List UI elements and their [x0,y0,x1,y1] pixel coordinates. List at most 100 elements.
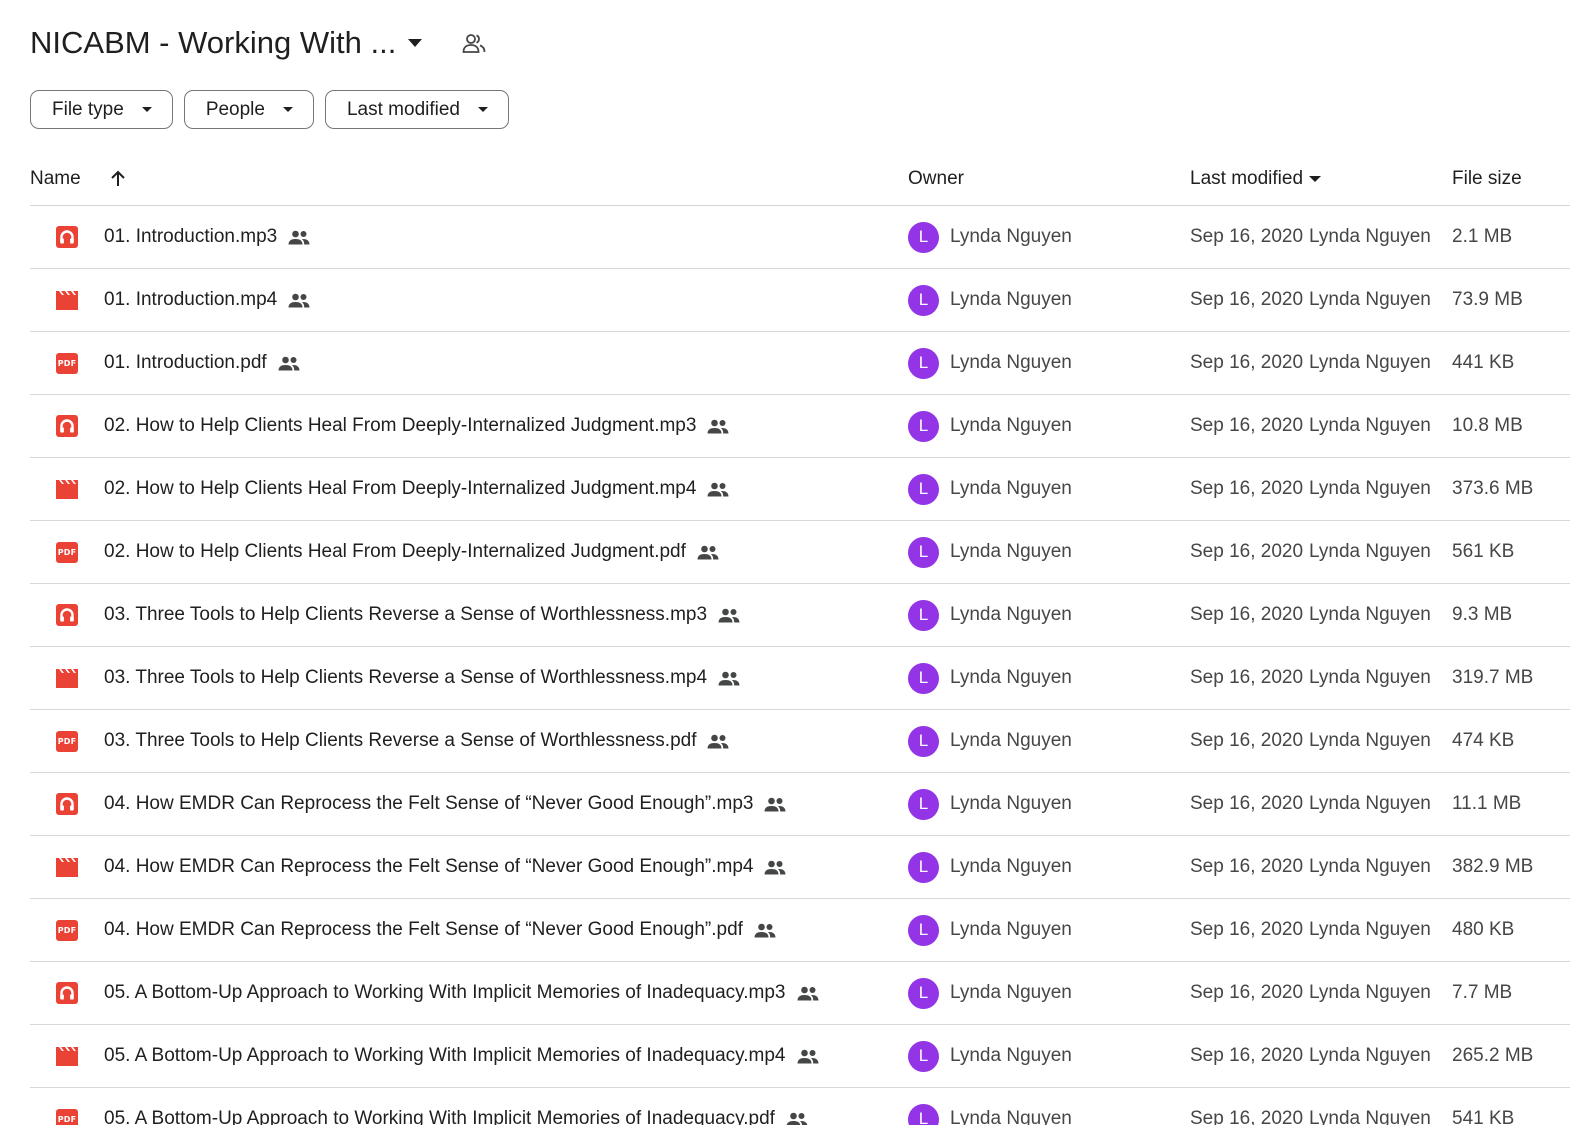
file-row[interactable]: 05. A Bottom-Up Approach to Working With… [30,1025,1570,1088]
owner-cell: L Lynda Nguyen [908,647,1072,709]
owner-cell: L Lynda Nguyen [908,962,1072,1024]
arrow-up-icon[interactable] [109,170,127,188]
file-name-cell[interactable]: 02. How to Help Clients Heal From Deeply… [104,521,719,583]
owner-cell: L Lynda Nguyen [908,395,1072,457]
owner-avatar[interactable]: L [908,725,939,757]
shared-icon [707,482,729,497]
file-name: 01. Introduction.mp4 [104,289,278,310]
file-name-cell[interactable]: 02. How to Help Clients Heal From Deeply… [104,458,729,520]
file-row[interactable]: PDF 05. A Bottom-Up Approach to Working … [30,1088,1570,1125]
file-name-cell[interactable]: 05. A Bottom-Up Approach to Working With… [104,1088,808,1125]
pdf-file-icon: PDF [56,541,78,563]
file-size-cell: 474 KB [1452,710,1514,772]
file-size-cell: 7.7 MB [1452,962,1512,1024]
modified-date: Sep 16, 2020 [1190,1108,1304,1125]
owner-avatar[interactable]: L [908,221,939,253]
owner-name: Lynda Nguyen [950,352,1072,373]
last-modified-cell: Sep 16, 2020 Lynda Nguyen [1190,836,1431,898]
file-row[interactable]: 04. How EMDR Can Reprocess the Felt Sens… [30,836,1570,899]
owner-cell: L Lynda Nguyen [908,332,1072,394]
owner-avatar[interactable]: L [908,410,939,442]
file-size: 319.7 MB [1452,667,1534,688]
caret-down-icon[interactable] [408,39,423,47]
file-type-icon-cell: PDF [55,710,79,772]
file-row[interactable]: 01. Introduction.mp4 L Lynda Nguyen Sep … [30,269,1570,332]
file-name-cell[interactable]: 03. Three Tools to Help Clients Reverse … [104,584,740,646]
file-type-icon-cell [55,395,79,457]
owner-avatar[interactable]: L [908,788,939,820]
folder-title[interactable]: NICABM - Working With ... [30,25,396,61]
owner-cell: L Lynda Nguyen [908,269,1072,331]
filter-label: People [205,98,265,120]
file-size: 265.2 MB [1452,1045,1534,1066]
file-row[interactable]: PDF 02. How to Help Clients Heal From De… [30,521,1570,584]
owner-avatar[interactable]: L [908,1103,939,1125]
file-type-icon-cell: PDF [55,1088,79,1125]
file-row[interactable]: 01. Introduction.mp3 L Lynda Nguyen Sep … [30,206,1570,269]
shared-people-icon[interactable] [462,32,486,54]
last-modified-cell: Sep 16, 2020 Lynda Nguyen [1190,899,1431,961]
shared-icon [797,986,819,1001]
modified-date: Sep 16, 2020 [1190,226,1304,247]
owner-name: Lynda Nguyen [950,1108,1072,1125]
file-row[interactable]: 03. Three Tools to Help Clients Reverse … [30,647,1570,710]
video-file-icon [56,857,78,877]
owner-avatar[interactable]: L [908,536,939,568]
modified-by: Lynda Nguyen [1309,1045,1431,1066]
modified-date: Sep 16, 2020 [1190,415,1304,436]
file-name-cell[interactable]: 04. How EMDR Can Reprocess the Felt Sens… [104,836,786,898]
file-name-cell[interactable]: 03. Three Tools to Help Clients Reverse … [104,710,729,772]
file-name-cell[interactable]: 04. How EMDR Can Reprocess the Felt Sens… [104,899,776,961]
file-row[interactable]: 04. How EMDR Can Reprocess the Felt Sens… [30,773,1570,836]
modified-by: Lynda Nguyen [1309,793,1431,814]
owner-avatar[interactable]: L [908,662,939,694]
file-size: 7.7 MB [1452,982,1513,1003]
file-row[interactable]: 02. How to Help Clients Heal From Deeply… [30,395,1570,458]
file-name-cell[interactable]: 05. A Bottom-Up Approach to Working With… [104,962,819,1024]
file-size-cell: 319.7 MB [1452,647,1533,709]
file-row[interactable]: 03. Three Tools to Help Clients Reverse … [30,584,1570,647]
owner-avatar[interactable]: L [908,977,939,1009]
file-row[interactable]: 02. How to Help Clients Heal From Deeply… [30,458,1570,521]
filter-file-type[interactable]: File type [30,90,173,129]
audio-file-icon [56,982,78,1004]
owner-avatar[interactable]: L [908,599,939,631]
file-name-cell[interactable]: 01. Introduction.mp3 [104,206,310,268]
owner-avatar[interactable]: L [908,851,939,883]
owner-avatar[interactable]: L [908,1040,939,1072]
modified-by: Lynda Nguyen [1309,982,1431,1003]
file-name: 05. A Bottom-Up Approach to Working With… [104,1108,775,1125]
filter-people[interactable]: People [183,90,314,129]
last-modified-cell: Sep 16, 2020 Lynda Nguyen [1190,584,1431,646]
owner-avatar[interactable]: L [908,284,939,316]
file-name-cell[interactable]: 03. Three Tools to Help Clients Reverse … [104,647,740,709]
audio-file-icon [56,793,78,815]
audio-file-icon [56,604,78,626]
modified-date: Sep 16, 2020 [1190,730,1304,751]
modified-date: Sep 16, 2020 [1190,1045,1304,1066]
last-modified-cell: Sep 16, 2020 Lynda Nguyen [1190,710,1431,772]
last-modified-cell: Sep 16, 2020 Lynda Nguyen [1190,521,1431,583]
caret-down-icon[interactable] [1309,176,1322,182]
modified-by: Lynda Nguyen [1309,919,1431,940]
video-file-icon [56,668,78,688]
file-name-cell[interactable]: 05. A Bottom-Up Approach to Working With… [104,1025,819,1087]
file-row[interactable]: 05. A Bottom-Up Approach to Working With… [30,962,1570,1025]
column-header-last-modified[interactable]: Last modified [1190,165,1322,193]
owner-avatar[interactable]: L [908,347,939,379]
column-header-name[interactable]: Name [30,165,127,193]
file-name-cell[interactable]: 02. How to Help Clients Heal From Deeply… [104,395,729,457]
file-type-icon-cell [55,269,79,331]
file-row[interactable]: PDF 01. Introduction.pdf L Lynda Nguyen … [30,332,1570,395]
shared-icon [278,356,300,371]
caret-down-icon [282,107,293,112]
filter-last-modified[interactable]: Last modified [324,90,509,129]
file-name: 02. How to Help Clients Heal From Deeply… [104,478,697,499]
owner-avatar[interactable]: L [908,473,939,505]
file-row[interactable]: PDF 03. Three Tools to Help Clients Reve… [30,710,1570,773]
file-name-cell[interactable]: 01. Introduction.pdf [104,332,300,394]
owner-avatar[interactable]: L [908,914,939,946]
file-name-cell[interactable]: 01. Introduction.mp4 [104,269,310,331]
file-row[interactable]: PDF 04. How EMDR Can Reprocess the Felt … [30,899,1570,962]
file-name-cell[interactable]: 04. How EMDR Can Reprocess the Felt Sens… [104,773,786,835]
